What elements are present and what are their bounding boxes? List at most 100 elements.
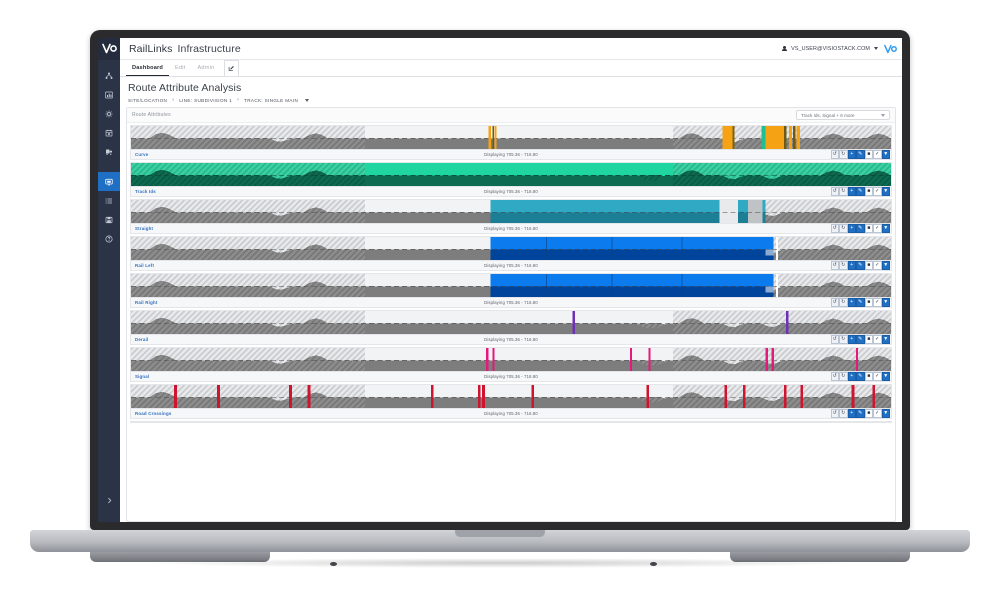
add-button[interactable]: +: [847, 261, 856, 270]
stop-button[interactable]: ■: [864, 261, 873, 270]
derail-profile: [131, 311, 891, 334]
row-railleft: Rail Left Displaying 705.36 - 716.80 ↺ ↻…: [130, 260, 892, 271]
add-button[interactable]: +: [847, 187, 856, 196]
strip-signal-chart[interactable]: [130, 347, 892, 371]
attribute-select[interactable]: Track Ids, Signal + 6 more: [796, 110, 890, 120]
accept-button[interactable]: ✓: [873, 372, 882, 381]
edit-button[interactable]: ✎: [856, 187, 865, 196]
sidebar-item-help[interactable]: [98, 229, 120, 248]
undo-button[interactable]: ↺: [830, 150, 839, 159]
row-label: Rail Right: [135, 300, 158, 305]
breadcrumb-item-track[interactable]: TRACK: SINGLE MAIN: [244, 98, 298, 103]
filter-button[interactable]: ▼: [881, 335, 890, 344]
undo-button[interactable]: ↺: [830, 372, 839, 381]
filter-button[interactable]: ▼: [881, 372, 890, 381]
breadcrumb-item-site[interactable]: SITE/LOCATION: [128, 98, 167, 103]
add-button[interactable]: +: [847, 224, 856, 233]
redo-button[interactable]: ↻: [839, 298, 848, 307]
sidebar-item-list[interactable]: [98, 191, 120, 210]
tab-dashboard[interactable]: Dashboard: [126, 60, 170, 76]
strip-derail-chart[interactable]: [130, 310, 892, 334]
undo-button[interactable]: ↺: [830, 261, 839, 270]
accept-button[interactable]: ✓: [873, 150, 882, 159]
add-button[interactable]: +: [847, 372, 856, 381]
filter-button[interactable]: ▼: [881, 261, 890, 270]
filter-button[interactable]: ▼: [881, 150, 890, 159]
strip-straight-chart[interactable]: [130, 199, 892, 223]
redo-button[interactable]: ↻: [839, 335, 848, 344]
accept-button[interactable]: ✓: [873, 298, 882, 307]
strip-railright-chart[interactable]: [130, 273, 892, 297]
stop-button[interactable]: ■: [864, 187, 873, 196]
redo-button[interactable]: ↻: [839, 187, 848, 196]
tab-admin[interactable]: Admin: [191, 60, 220, 76]
sidebar-item-train[interactable]: [98, 142, 120, 161]
filter-button[interactable]: ▼: [881, 187, 890, 196]
row-range: Displaying 705.36 - 716.80: [484, 152, 538, 157]
edit-button[interactable]: ✎: [856, 372, 865, 381]
stop-button[interactable]: ■: [864, 335, 873, 344]
compose-button[interactable]: [224, 60, 240, 76]
breadcrumb-separator-icon: ›: [237, 97, 240, 103]
row-toolbar: ↺ ↻ + ✎ ■ ✓ ▼: [830, 187, 892, 196]
redo-button[interactable]: ↻: [839, 372, 848, 381]
edit-button[interactable]: ✎: [856, 298, 865, 307]
undo-button[interactable]: ↺: [830, 187, 839, 196]
edit-button[interactable]: ✎: [856, 150, 865, 159]
tab-edit[interactable]: Edit: [169, 60, 191, 76]
filter-button[interactable]: ▼: [881, 409, 890, 418]
redo-button[interactable]: ↻: [839, 224, 848, 233]
filter-button[interactable]: ▼: [881, 298, 890, 307]
row-derail: Derail Displaying 705.36 - 716.80 ↺ ↻ + …: [130, 334, 892, 345]
add-button[interactable]: +: [847, 150, 856, 159]
row-range: Displaying 705.36 - 716.80: [484, 263, 538, 268]
strip-roadcrossings-chart[interactable]: [130, 384, 892, 408]
accept-button[interactable]: ✓: [873, 409, 882, 418]
stop-button[interactable]: ■: [864, 150, 873, 159]
sidebar-expand-button[interactable]: [101, 492, 117, 508]
strip-trackids-chart[interactable]: [130, 162, 892, 186]
breadcrumb-item-line[interactable]: LINE: SUBDIVISION 1: [179, 98, 232, 103]
redo-button[interactable]: ↻: [839, 150, 848, 159]
row-toolbar: ↺ ↻ + ✎ ■ ✓ ▼: [830, 150, 892, 159]
sidebar-item-save[interactable]: [98, 210, 120, 229]
edit-button[interactable]: ✎: [856, 224, 865, 233]
sidebar-item-network[interactable]: [98, 66, 120, 85]
page-title: Route Attribute Analysis: [128, 82, 242, 94]
strip-railleft-chart[interactable]: [130, 236, 892, 260]
accept-button[interactable]: ✓: [873, 224, 882, 233]
undo-button[interactable]: ↺: [830, 335, 839, 344]
redo-button[interactable]: ↻: [839, 261, 848, 270]
strip-curve-chart[interactable]: [130, 125, 892, 149]
accept-button[interactable]: ✓: [873, 187, 882, 196]
add-button[interactable]: +: [847, 409, 856, 418]
redo-button[interactable]: ↻: [839, 409, 848, 418]
stop-button[interactable]: ■: [864, 372, 873, 381]
brand-logo-button[interactable]: [98, 38, 120, 60]
accept-button[interactable]: ✓: [873, 335, 882, 344]
user-menu[interactable]: VS_USER@VISIOSTACK.COM: [782, 44, 902, 54]
edit-button[interactable]: ✎: [856, 261, 865, 270]
edit-button[interactable]: ✎: [856, 409, 865, 418]
stop-button[interactable]: ■: [864, 298, 873, 307]
stop-button[interactable]: ■: [864, 224, 873, 233]
visiostack-logo-icon: [101, 43, 117, 54]
add-button[interactable]: +: [847, 298, 856, 307]
sidebar-item-reports[interactable]: [98, 85, 120, 104]
accept-button[interactable]: ✓: [873, 261, 882, 270]
sidebar-item-schedule[interactable]: [98, 123, 120, 142]
railright-band: [490, 274, 778, 297]
stop-button[interactable]: ■: [864, 409, 873, 418]
sidebar-item-monitor[interactable]: [98, 172, 120, 191]
edit-button[interactable]: ✎: [856, 335, 865, 344]
add-button[interactable]: +: [847, 335, 856, 344]
undo-button[interactable]: ↺: [830, 409, 839, 418]
row-toolbar: ↺ ↻ + ✎ ■ ✓ ▼: [830, 224, 892, 233]
overview-chart[interactable]: [130, 421, 892, 423]
undo-button[interactable]: ↺: [830, 224, 839, 233]
row-range: Displaying 705.36 - 716.80: [484, 226, 538, 231]
caret-down-icon[interactable]: [305, 98, 310, 102]
filter-button[interactable]: ▼: [881, 224, 890, 233]
sidebar-item-settings[interactable]: [98, 104, 120, 123]
undo-button[interactable]: ↺: [830, 298, 839, 307]
